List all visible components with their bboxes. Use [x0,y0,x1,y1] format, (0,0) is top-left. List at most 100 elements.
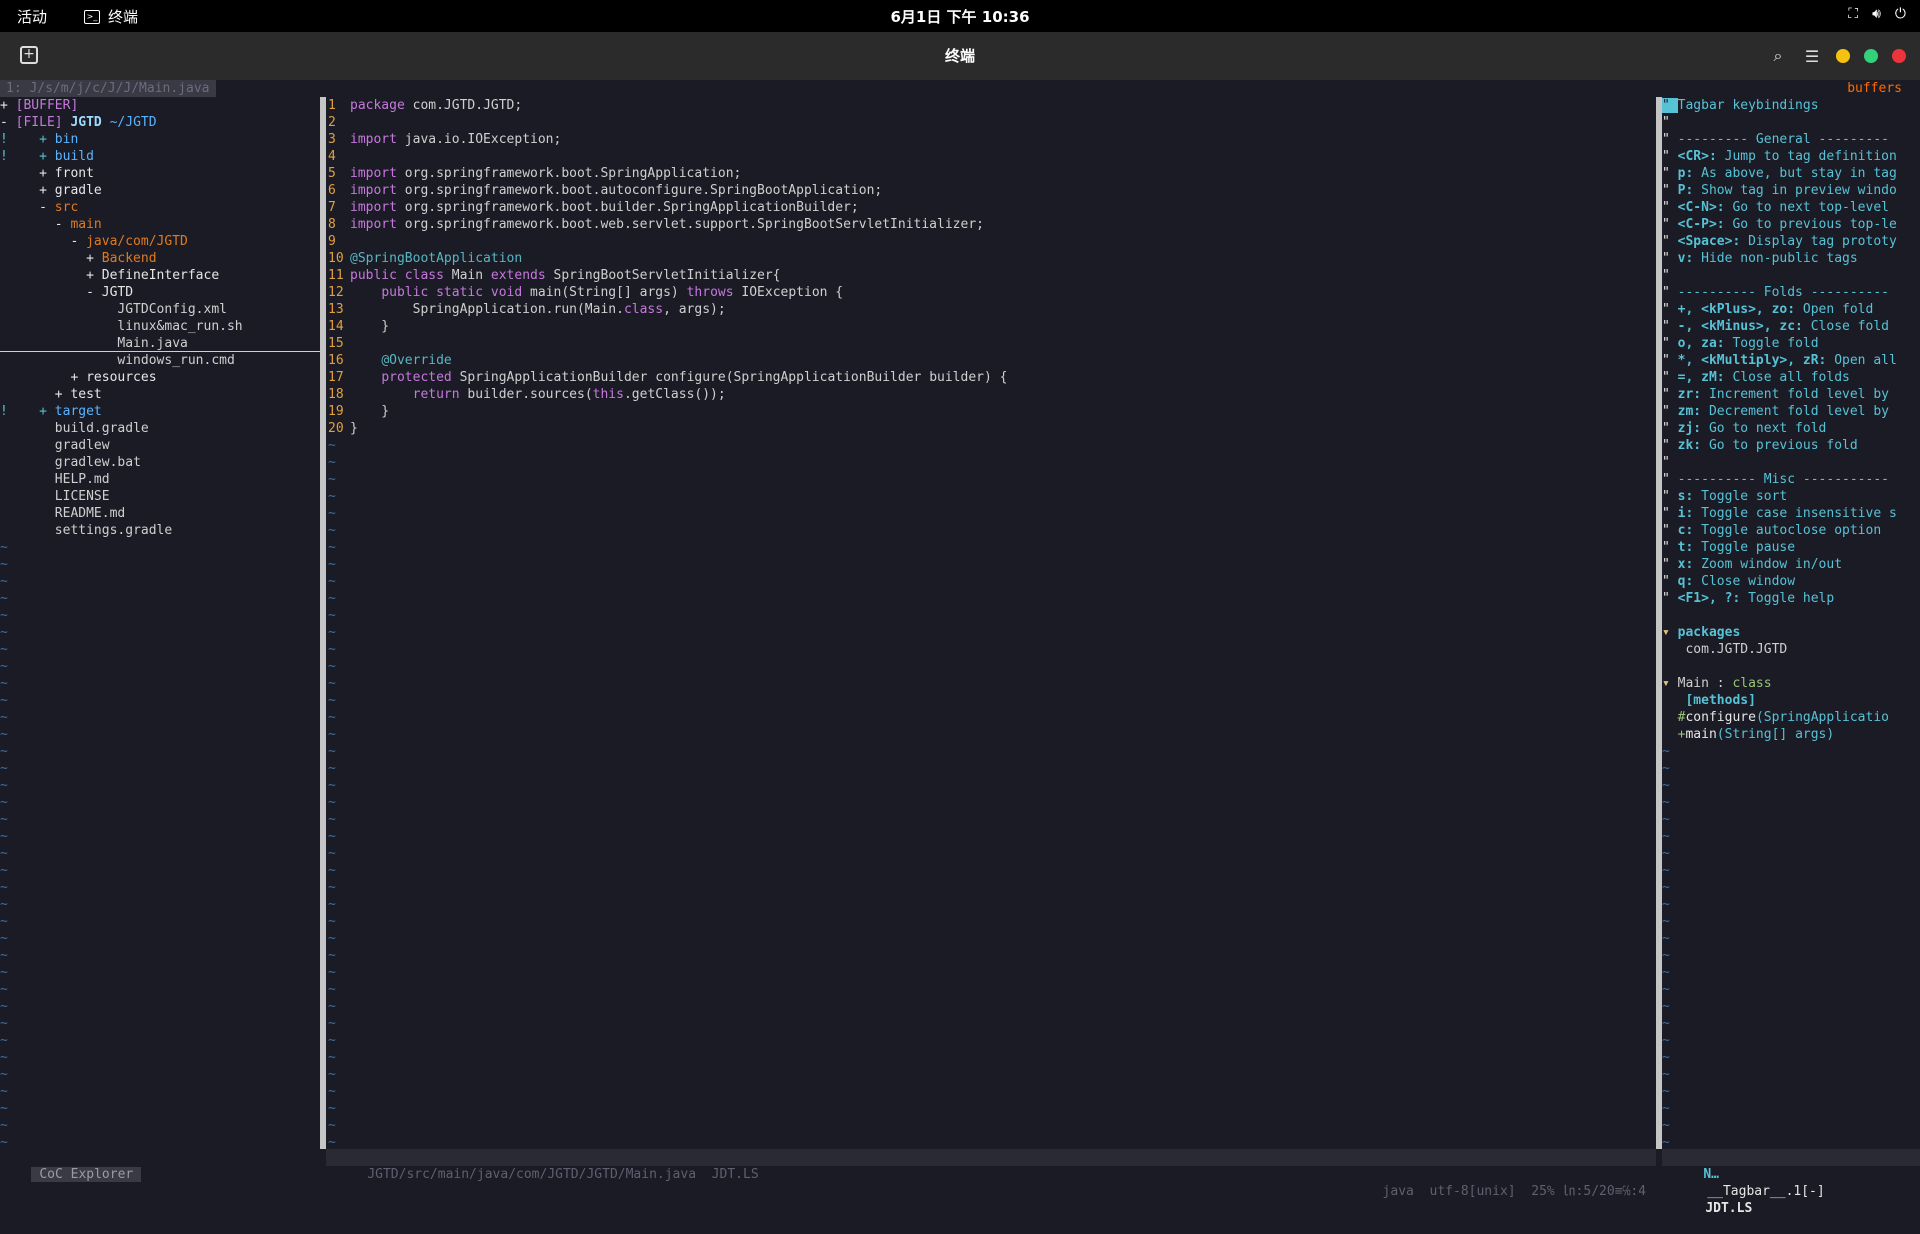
code-text: main(String[] args) [522,285,687,300]
coc-explorer-pane[interactable]: + [BUFFER] - [FILE] JGTD ~/JGTD! + bin! +… [0,97,320,1149]
empty-line-marker: ~ [328,540,336,555]
empty-line-marker: ~ [0,948,8,963]
empty-line-marker: ~ [1662,965,1670,980]
keybinding: o, za: [1677,336,1725,351]
clock[interactable]: 6月1日 下午 10:36 [0,6,1920,27]
explorer-row[interactable]: ! + target [0,403,320,420]
method-name: main [1685,727,1717,742]
tree-prefix: - [0,115,16,130]
tree-prefix [0,353,117,368]
explorer-row[interactable]: + [BUFFER] [0,97,320,114]
keyword: static [436,285,484,300]
comment-marker: " [1662,285,1678,300]
explorer-row[interactable]: + gradle [0,182,320,199]
explorer-row[interactable]: - JGTD [0,284,320,301]
empty-line-marker: ~ [328,438,336,453]
explorer-row[interactable]: JGTDConfig.xml [0,301,320,318]
code-text: } [350,404,390,419]
terminal-content[interactable]: 1: J/s/m/j/c/J/J/Main.java buffers + [BU… [0,80,1920,1216]
minimize-button[interactable] [1836,49,1850,63]
close-button[interactable] [1892,49,1906,63]
explorer-row[interactable]: settings.gradle [0,522,320,539]
explorer-row[interactable]: - java/com/JGTD [0,233,320,250]
tagbar-pane[interactable]: " Tagbar keybindings " " --------- General… [1662,97,1920,1149]
tree-prefix [0,302,117,317]
tree-label: src [54,200,79,215]
keybinding-desc: ---------- Folds ---------- [1677,285,1889,300]
explorer-row[interactable]: - src [0,199,320,216]
system-tray[interactable]: ⛶ 🔊︎ ⏻ [1848,6,1906,22]
annotation: @Override [381,353,452,368]
explorer-row[interactable]: windows_run.cmd [0,352,320,369]
code-line: 15 [328,335,1656,352]
split-divider[interactable] [320,97,326,1149]
empty-line-marker: ~ [328,1135,336,1149]
tree-prefix: + [0,370,87,385]
editor-statusline: JGTD/src/main/java/com/JGTD/JGTD/Main.ja… [326,1149,1656,1199]
menu-icon[interactable]: ☰ [1802,47,1822,66]
network-icon[interactable]: ⛶ [1848,6,1858,22]
explorer-row[interactable]: HELP.md [0,471,320,488]
explorer-row[interactable]: gradlew [0,437,320,454]
comment-marker: " [1662,268,1670,283]
package-name[interactable]: com.JGTD.JGTD [1662,641,1920,658]
buffer-tab[interactable]: 1: J/s/m/j/c/J/J/Main.java [0,80,216,97]
explorer-row[interactable]: + Backend [0,250,320,267]
keybinding: s: [1677,489,1694,504]
keybinding: v: [1677,251,1694,266]
power-icon[interactable]: ⏻ [1895,6,1906,22]
keybinding-desc: As above, but stay in tag [1693,166,1897,181]
empty-line-marker: ~ [0,931,8,946]
comment-marker: " [1662,183,1678,198]
empty-line-marker: ~ [0,1033,8,1048]
explorer-row[interactable]: + resources [0,369,320,386]
empty-line-marker: ~ [328,1050,336,1065]
window-title: 终端 [944,47,975,65]
empty-line-marker: ~ [1662,931,1670,946]
comment-marker: " [1662,115,1670,130]
explorer-row[interactable]: - [FILE] JGTD ~/JGTD [0,114,320,131]
tree-label: HELP.md [54,472,110,487]
empty-line-marker: ~ [1662,778,1670,793]
tree-prefix: - [0,217,71,232]
empty-line-marker: ~ [0,710,8,725]
search-icon[interactable]: ⌕ [1768,46,1788,66]
terminal-titlebar: + 终端 ⌕ ☰ [0,32,1920,80]
explorer-row[interactable]: linux&mac_run.sh [0,318,320,335]
explorer-statusline: CoC Explorer [0,1149,320,1182]
explorer-row[interactable]: ! + build [0,148,320,165]
explorer-row[interactable]: ! + bin [0,131,320,148]
explorer-row[interactable]: + DefineInterface [0,267,320,284]
tree-label: [BUFFER] [15,98,79,113]
volume-icon[interactable]: 🔊︎ [1872,6,1881,22]
editor-pane[interactable]: 1 package com.JGTD.JGTD; 2 3 import java.… [328,97,1656,1149]
line-number: 20 [328,421,352,436]
keyword: this [592,387,624,402]
packages-header[interactable]: ▾ packages [1662,624,1920,641]
explorer-row[interactable]: - main [0,216,320,233]
empty-line-marker: ~ [0,1050,8,1065]
tagbar-help-line: " p: As above, but stay in tag [1662,165,1920,182]
explorer-row[interactable]: + front [0,165,320,182]
explorer-row[interactable]: build.gradle [0,420,320,437]
maximize-button[interactable] [1864,49,1878,63]
explorer-row[interactable]: README.md [0,505,320,522]
explorer-row[interactable]: gradlew.bat [0,454,320,471]
keybinding-desc: Open all [1826,353,1897,368]
keybinding: p: [1677,166,1694,181]
code-line: 3 import java.io.IOException; [328,131,1656,148]
empty-line-marker: ~ [1662,812,1670,827]
explorer-row[interactable]: LICENSE [0,488,320,505]
class-header[interactable]: ▾ Main : class [1662,675,1920,692]
method-item[interactable]: #configure(SpringApplicatio [1662,709,1920,726]
comment-marker: " [1662,523,1678,538]
empty-line-marker: ~ [1662,1067,1670,1082]
explorer-row[interactable]: Main.java [0,335,320,352]
explorer-row[interactable]: + test [0,386,320,403]
method-item[interactable]: +main(String[] args) [1662,726,1920,743]
code-line: 5 import org.springframework.boot.Spring… [328,165,1656,182]
empty-line-marker: ~ [328,795,336,810]
